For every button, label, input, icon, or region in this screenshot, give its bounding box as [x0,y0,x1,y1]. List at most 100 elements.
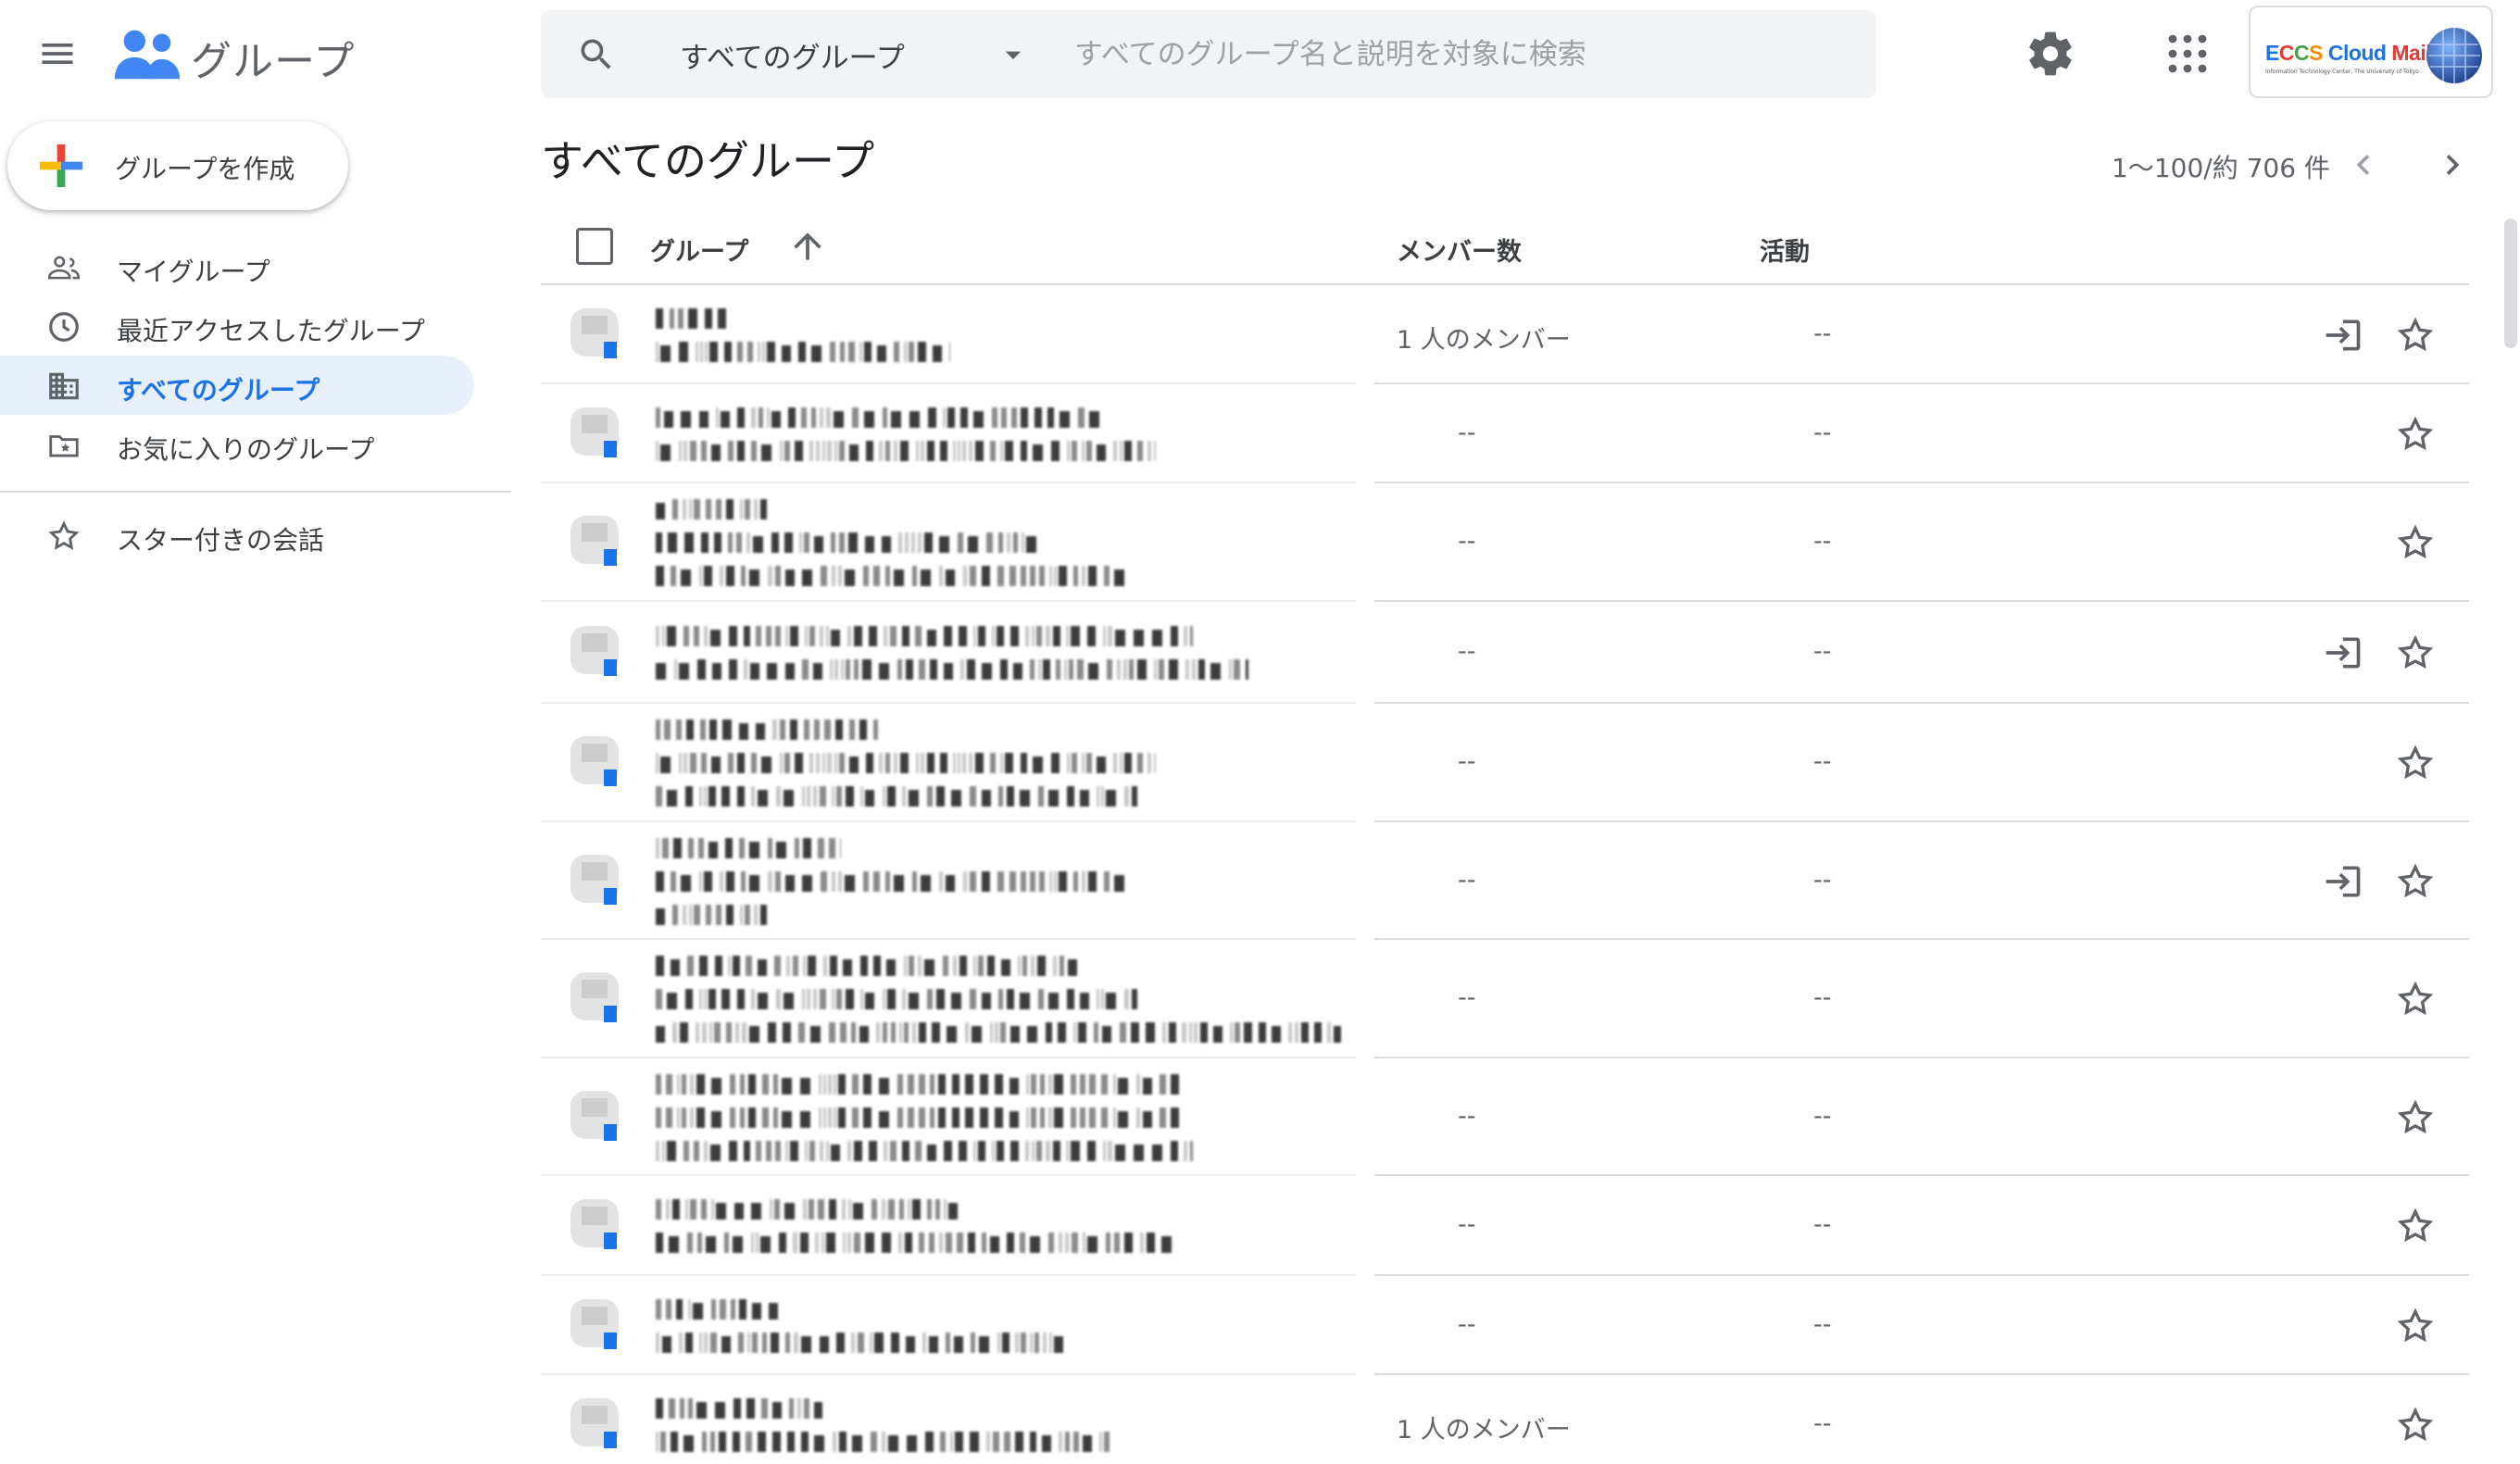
redacted-text-line [656,1233,1174,1253]
redacted-text-line [656,1073,1193,1095]
vertical-scrollbar[interactable] [2504,219,2517,348]
column-header-activity: 活動 [1760,238,1810,267]
star-icon[interactable] [2395,315,2436,356]
apps-grid-icon[interactable] [2165,31,2210,76]
group-name-redacted[interactable] [656,837,1128,925]
activity-value: -- [1813,527,1832,556]
redacted-text-line [656,719,1156,740]
group-name-redacted[interactable] [656,626,1253,680]
group-row[interactable]: -- -- [541,1176,2469,1276]
group-avatar [570,736,619,786]
group-row[interactable]: -- -- [541,483,2469,602]
star-icon[interactable] [2395,414,2436,455]
redacted-text-line [656,1397,1110,1419]
activity-value: -- [1813,637,1832,666]
redacted-text-line [656,566,1128,586]
star-icon[interactable] [2395,743,2436,783]
member-count: -- [1458,1101,1476,1131]
settings-gear-icon[interactable] [2025,28,2076,80]
select-all-checkbox[interactable] [576,228,613,265]
star-icon[interactable] [2395,1097,2436,1138]
redacted-text-line [656,440,1158,461]
group-name-redacted[interactable] [656,307,956,362]
redacted-text-line [656,407,1156,428]
chevron-right-icon[interactable] [2432,144,2473,185]
hamburger-menu-icon [42,44,73,64]
group-name-redacted[interactable] [656,1397,1110,1452]
people-icon [47,256,81,280]
star-icon[interactable] [2395,1405,2436,1445]
group-name-redacted[interactable] [656,499,1128,586]
sort-ascending-arrow-icon[interactable] [787,226,828,267]
brand-subtitle: Information Technology Center, The Unive… [2265,69,2419,75]
redacted-text-line [656,499,1128,519]
sidebar-item-starred-conversations[interactable]: スター付きの会話 [0,506,474,565]
search-input[interactable] [1074,27,1834,82]
member-count: -- [1458,747,1476,776]
star-icon[interactable] [2395,1306,2436,1346]
activity-value: -- [1813,1101,1832,1131]
group-avatar [570,1090,619,1141]
clock-icon [49,312,79,342]
group-row[interactable]: -- -- [541,1276,2469,1375]
redacted-text-line [656,837,1128,858]
star-icon[interactable] [2395,979,2436,1020]
group-row[interactable]: -- -- [541,704,2469,822]
redacted-text-line [656,1022,1344,1043]
group-name-redacted[interactable] [656,956,1344,1043]
star-icon[interactable] [2395,632,2436,673]
main-menu-button[interactable] [28,24,87,83]
redacted-text-line [656,1140,1196,1161]
group-avatar [570,516,619,566]
dropdown-arrow-icon[interactable] [995,36,1032,73]
chevron-left-icon[interactable] [2343,144,2384,185]
redacted-text-line [656,904,1128,925]
redacted-text-line [656,307,950,329]
join-group-icon[interactable] [2323,632,2363,673]
redacted-text-line [656,870,1128,892]
join-group-icon[interactable] [2323,861,2363,902]
group-name-redacted[interactable] [656,407,1158,461]
redacted-text-line [656,1298,1063,1320]
sidebar-item-favorite-groups[interactable]: お気に入りのグループ [0,415,474,474]
create-group-button[interactable]: グループを作成 [7,121,348,210]
group-row[interactable]: 1 人のメンバー -- [541,1375,2469,1464]
group-avatar [570,1298,619,1349]
sidebar-nav: マイグループ 最近アクセスしたグループ すべてのグループ お気に入りのグループ [0,237,474,474]
page-title: すべてのグループ [541,136,875,186]
groups-logo-icon [114,30,181,80]
group-row[interactable]: -- -- [541,602,2469,704]
join-group-icon[interactable] [2323,315,2363,356]
member-count: -- [1458,983,1476,1012]
group-name-redacted[interactable] [656,1073,1196,1161]
member-count: -- [1458,1309,1476,1339]
pagination-range: 1～100/約 706 件 [2112,153,2330,183]
star-folder-icon [49,435,79,457]
sidebar-item-all-groups[interactable]: すべてのグループ [0,356,474,415]
group-row[interactable]: -- -- [541,384,2469,483]
search-scope-select[interactable]: すべてのグループ [680,34,905,76]
star-icon[interactable] [2395,861,2436,902]
activity-value: -- [1813,319,1832,348]
group-name-redacted[interactable] [656,1298,1064,1353]
activity-value: -- [1813,865,1832,895]
group-name-redacted[interactable] [656,719,1158,807]
member-count: -- [1458,527,1476,556]
search-icon[interactable] [576,34,617,75]
sidebar-item-my-groups[interactable]: マイグループ [0,237,474,296]
member-count: -- [1458,1210,1476,1239]
group-row[interactable]: 1 人のメンバー -- [541,285,2469,384]
member-count: 1 人のメンバー [1397,325,1571,355]
star-icon[interactable] [2395,522,2436,563]
column-header-group[interactable]: グループ [650,231,748,268]
account-button[interactable]: ECCS Cloud Mail Information Technology C… [2249,6,2493,98]
redacted-text-line [656,1332,1064,1353]
star-icon[interactable] [2395,1206,2436,1246]
activity-value: -- [1813,747,1832,776]
group-row[interactable]: -- -- [541,940,2469,1058]
sidebar-item-recent-groups[interactable]: 最近アクセスしたグループ [0,296,474,356]
group-name-redacted[interactable] [656,1199,1174,1253]
group-row[interactable]: -- -- [541,822,2469,940]
group-row[interactable]: -- -- [541,1058,2469,1176]
group-avatar [570,307,619,358]
